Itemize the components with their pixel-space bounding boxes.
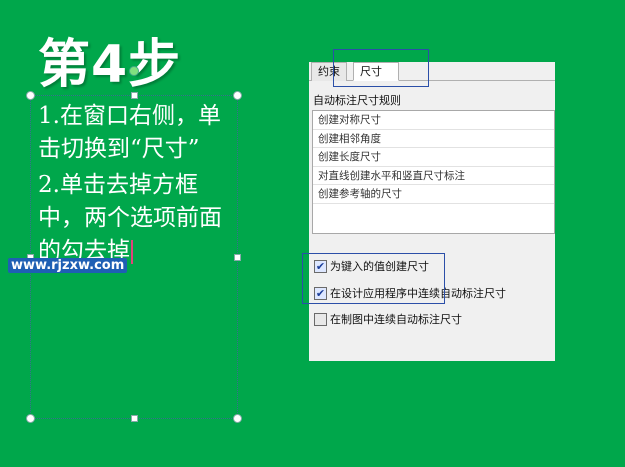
resize-handle-right[interactable] bbox=[234, 254, 241, 261]
resize-handle-bottom-right[interactable] bbox=[233, 414, 242, 423]
rotate-handle[interactable] bbox=[129, 66, 139, 76]
tab-highlight-box bbox=[333, 49, 429, 87]
list-item[interactable]: 对直线创建水平和竖直尺寸标注 bbox=[313, 167, 554, 185]
resize-handle-top-right[interactable] bbox=[233, 91, 242, 100]
resize-handle-top[interactable] bbox=[131, 92, 138, 99]
resize-handle-bottom-left[interactable] bbox=[26, 414, 35, 423]
resize-handle-bottom[interactable] bbox=[131, 415, 138, 422]
instruction-step-1: 1.在窗口右侧，单击切换到“尺寸” bbox=[38, 103, 221, 162]
checkbox-highlight-box bbox=[302, 253, 445, 304]
dimension-settings-panel: 约束 尺寸 自动标注尺寸规则 创建对称尺寸 创建相邻角度 创建长度尺寸 对直线创… bbox=[309, 62, 555, 361]
rules-list[interactable]: 创建对称尺寸 创建相邻角度 创建长度尺寸 对直线创建水平和竖直尺寸标注 创建参考… bbox=[312, 110, 555, 234]
list-item[interactable]: 创建参考轴的尺寸 bbox=[313, 185, 554, 204]
watermark: www.rjzxw.com bbox=[8, 258, 128, 273]
list-item[interactable]: 创建相邻角度 bbox=[313, 130, 554, 148]
text-cursor bbox=[131, 240, 133, 264]
checkbox-empty-icon[interactable] bbox=[314, 312, 327, 326]
resize-handle-top-left[interactable] bbox=[26, 91, 35, 100]
list-item[interactable]: 创建对称尺寸 bbox=[313, 111, 554, 130]
step-title: 第4步 bbox=[38, 35, 182, 95]
instruction-step-2: 2.单击去掉方框中，两个选项前面的勾去掉 bbox=[38, 172, 222, 264]
list-item[interactable]: 创建长度尺寸 bbox=[313, 148, 554, 167]
checkbox-label: 在制图中连续自动标注尺寸 bbox=[330, 313, 462, 326]
instruction-text-box[interactable]: 1.在窗口右侧，单击切换到“尺寸” 2.单击去掉方框中，两个选项前面的勾去掉 bbox=[38, 100, 234, 271]
checkbox-continuous-autodim-drawing[interactable]: 在制图中连续自动标注尺寸 bbox=[314, 311, 462, 327]
rules-header: 自动标注尺寸规则 bbox=[313, 94, 401, 107]
